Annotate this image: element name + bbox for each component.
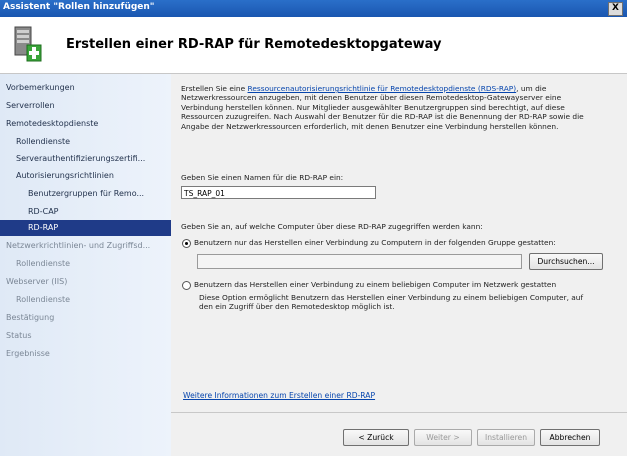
sidebar-item-rollendienste[interactable]: Rollendienste bbox=[0, 134, 187, 150]
sidebar-item-ergebnisse: Ergebnisse bbox=[6, 349, 50, 358]
sidebar-item-webserver: Webserver (IIS) bbox=[6, 277, 68, 286]
rds-rap-link[interactable]: Ressourcenautorisierungsrichtlinie für R… bbox=[248, 84, 517, 93]
sidebar-item-status: Status bbox=[6, 331, 32, 340]
sidebar-item-rd-rap[interactable]: RD-RAP bbox=[0, 220, 199, 236]
footer-separator bbox=[171, 412, 627, 413]
sidebar-item-netzwerkrichtlinien: Netzwerkrichtlinien- und Zugriffsd... bbox=[6, 241, 151, 250]
rap-name-input[interactable]: TS_RAP_01 bbox=[181, 186, 376, 199]
computers-label: Geben Sie an, auf welche Computer über d… bbox=[181, 222, 483, 231]
more-info-link[interactable]: Weitere Informationen zum Erstellen eine… bbox=[183, 391, 375, 400]
page-title: Erstellen einer RD-RAP für Remotedesktop… bbox=[66, 37, 442, 52]
cancel-button[interactable]: Abbrechen bbox=[540, 429, 600, 446]
intro-text-start: Erstellen Sie eine bbox=[181, 84, 248, 93]
sidebar-item-bestaetigung: Bestätigung bbox=[6, 313, 55, 322]
sidebar-item-rollendienste-nps: Rollendienste bbox=[16, 259, 71, 268]
radio-any-computer[interactable] bbox=[182, 281, 191, 290]
sidebar-item-benutzergruppen[interactable]: Benutzergruppen für Remo... bbox=[0, 186, 199, 202]
sidebar-item-rollendienste-iis: Rollendienste bbox=[16, 295, 71, 304]
close-button[interactable]: X bbox=[608, 2, 623, 16]
main-content: Erstellen Sie eine Ressourcenautorisieru… bbox=[171, 74, 627, 456]
option-any-computer-description: Diese Option ermöglicht Benutzern das He… bbox=[199, 293, 584, 312]
name-label: Geben Sie einen Namen für die RD-RAP ein… bbox=[181, 173, 344, 182]
sidebar-item-remotedesktopdienste[interactable]: Remotedesktopdienste bbox=[0, 116, 177, 132]
install-button: Installieren bbox=[477, 429, 535, 446]
wizard-header: Erstellen einer RD-RAP für Remotedesktop… bbox=[0, 17, 627, 74]
sidebar-item-rd-cap[interactable]: RD-CAP bbox=[0, 204, 199, 220]
computer-group-field[interactable] bbox=[197, 254, 522, 269]
option-group-only-label[interactable]: Benutzern nur das Herstellen einer Verbi… bbox=[194, 238, 556, 247]
next-button: Weiter > bbox=[414, 429, 472, 446]
sidebar-item-serverauthentifizierung[interactable]: Serverauthentifizierungszertifi... bbox=[0, 151, 187, 167]
sidebar-item-serverrollen[interactable]: Serverrollen bbox=[0, 98, 177, 114]
option-any-computer-label[interactable]: Benutzern das Herstellen einer Verbindun… bbox=[194, 280, 556, 289]
radio-group-only[interactable] bbox=[182, 239, 191, 248]
window-title: Assistent "Rollen hinzufügen" bbox=[3, 2, 155, 12]
intro-text: Erstellen Sie eine Ressourcenautorisieru… bbox=[181, 84, 591, 131]
back-button[interactable]: < Zurück bbox=[343, 429, 409, 446]
title-bar: Assistent "Rollen hinzufügen" X bbox=[0, 0, 627, 17]
sidebar-item-vorbemerkungen[interactable]: Vorbemerkungen bbox=[0, 80, 177, 96]
sidebar-item-autorisierungsrichtlinien[interactable]: Autorisierungsrichtlinien bbox=[0, 168, 187, 184]
wizard-steps-sidebar: Vorbemerkungen Serverrollen Remotedeskto… bbox=[0, 74, 199, 456]
browse-button[interactable]: Durchsuchen... bbox=[529, 253, 603, 270]
server-add-icon bbox=[14, 26, 42, 62]
